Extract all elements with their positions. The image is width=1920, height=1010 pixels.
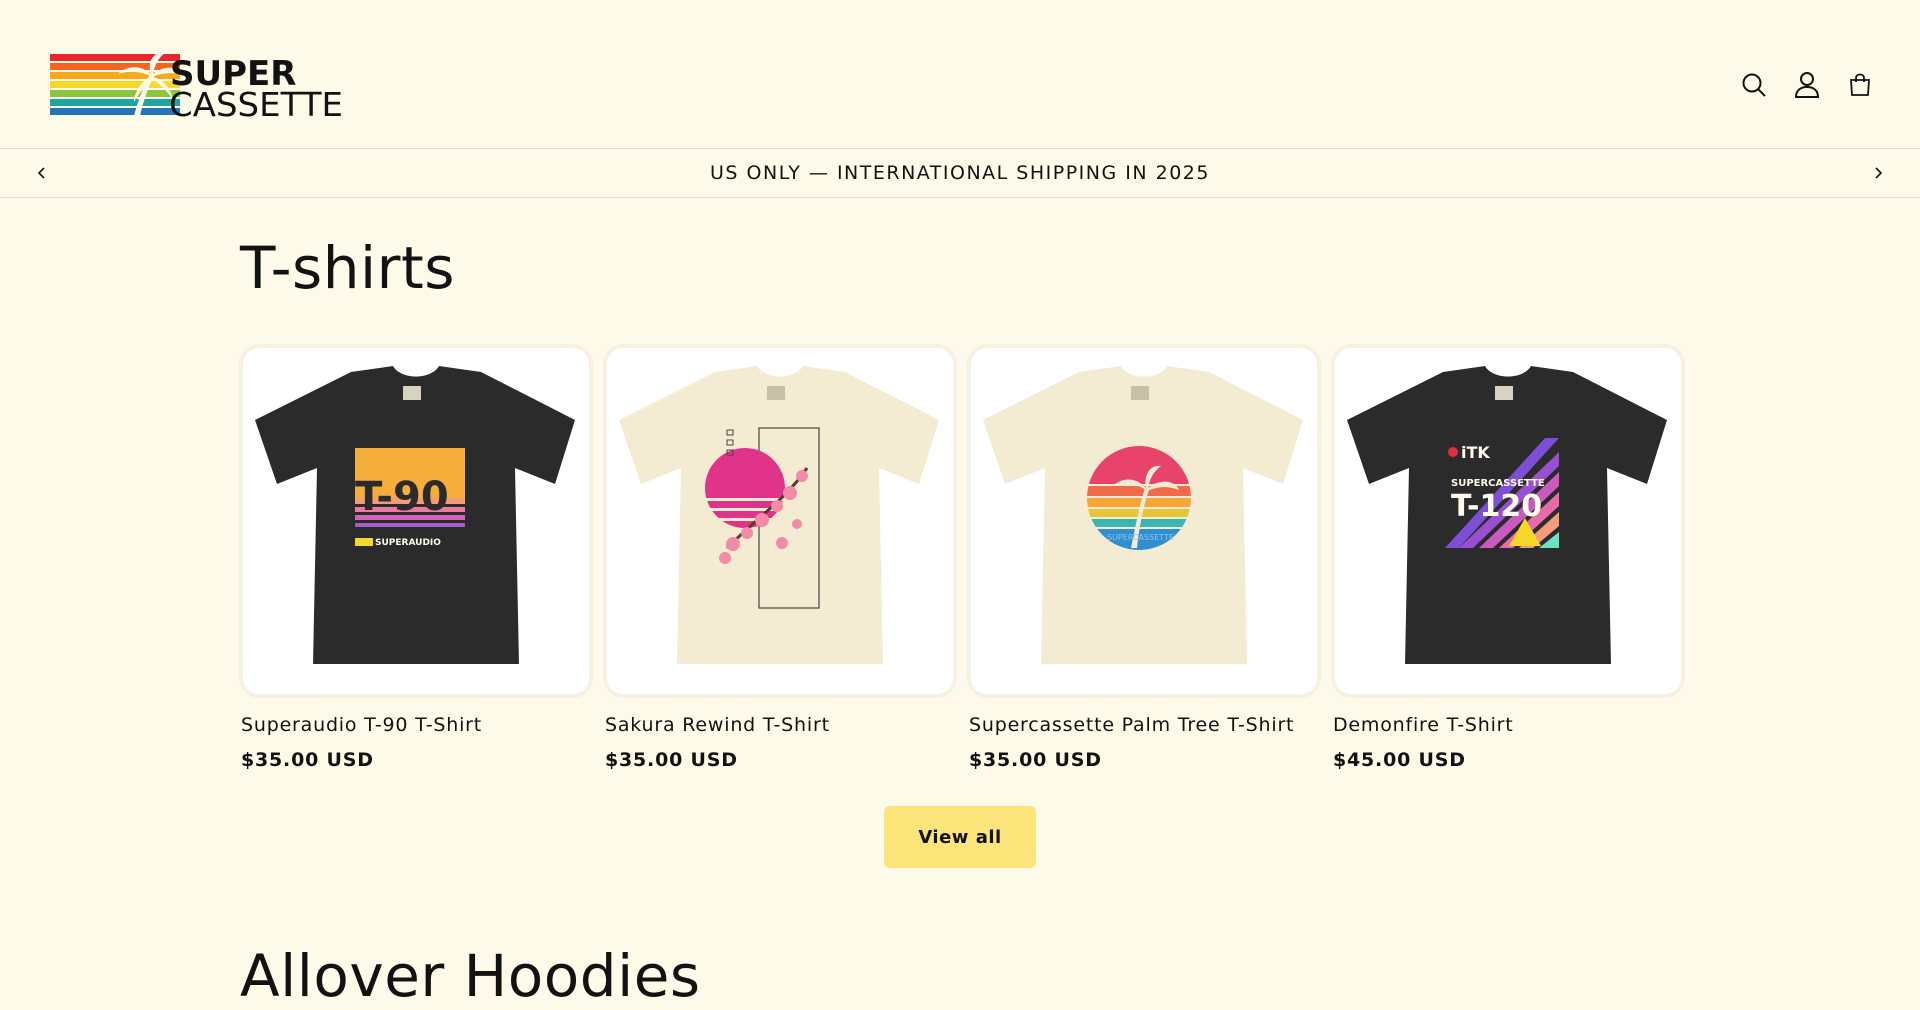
- section-title-tshirts: T-shirts: [240, 234, 455, 302]
- product-image-sakura-rewind[interactable]: [607, 348, 953, 694]
- supercassette-logo[interactable]: SUPER CASSETTE: [48, 50, 344, 124]
- product-price: $35.00 USD: [605, 749, 738, 771]
- announcement-text: US ONLY — INTERNATIONAL SHIPPING IN 2025: [710, 162, 1210, 184]
- product-price: $35.00 USD: [241, 749, 374, 771]
- account-icon[interactable]: [1790, 68, 1824, 102]
- product-card[interactable]: Sakura Rewind T-Shirt $35.00 USD: [605, 348, 953, 771]
- cart-icon[interactable]: [1843, 68, 1877, 102]
- product-card[interactable]: T-90 SUPERAUDIO Superaudio T-90 T-Shirt …: [241, 348, 589, 771]
- product-price: $45.00 USD: [1333, 749, 1466, 771]
- chevron-left-icon: [37, 167, 45, 179]
- search-icon[interactable]: [1737, 68, 1771, 102]
- product-title[interactable]: Sakura Rewind T-Shirt: [605, 714, 830, 736]
- print-text: T-90: [355, 474, 449, 520]
- print-brand: iTK: [1461, 443, 1490, 462]
- product-image-demonfire[interactable]: iTK SUPERCASSETTE T-120: [1335, 348, 1681, 694]
- print-text: SUPERCASSETTE: [1107, 533, 1174, 542]
- product-card[interactable]: iTK SUPERCASSETTE T-120 Demonfire T-Shir…: [1333, 348, 1681, 771]
- section-title-allover-hoodies: Allover Hoodies: [240, 942, 701, 1010]
- announcement-bar: US ONLY — INTERNATIONAL SHIPPING IN 2025: [0, 149, 1920, 198]
- logo-text-cassette: CASSETTE: [169, 85, 343, 120]
- site-header: SUPER CASSETTE: [0, 0, 1920, 149]
- view-all-button[interactable]: View all: [884, 806, 1036, 868]
- product-card[interactable]: SUPERCASSETTE Supercassette Palm Tree T-…: [969, 348, 1317, 771]
- product-title[interactable]: Demonfire T-Shirt: [1333, 714, 1514, 736]
- product-title[interactable]: Superaudio T-90 T-Shirt: [241, 714, 482, 736]
- print-text: T-120: [1451, 489, 1542, 524]
- product-title[interactable]: Supercassette Palm Tree T-Shirt: [969, 714, 1294, 736]
- product-image-palm-tree[interactable]: SUPERCASSETTE: [971, 348, 1317, 694]
- print-subtext: SUPERAUDIO: [375, 538, 441, 548]
- print-subtext: SUPERCASSETTE: [1451, 478, 1545, 489]
- product-image-superaudio-t90[interactable]: T-90 SUPERAUDIO: [243, 348, 589, 694]
- chevron-right-icon: [1875, 167, 1883, 179]
- product-price: $35.00 USD: [969, 749, 1102, 771]
- announcement-next-button[interactable]: [1866, 161, 1890, 185]
- announcement-prev-button[interactable]: [30, 161, 54, 185]
